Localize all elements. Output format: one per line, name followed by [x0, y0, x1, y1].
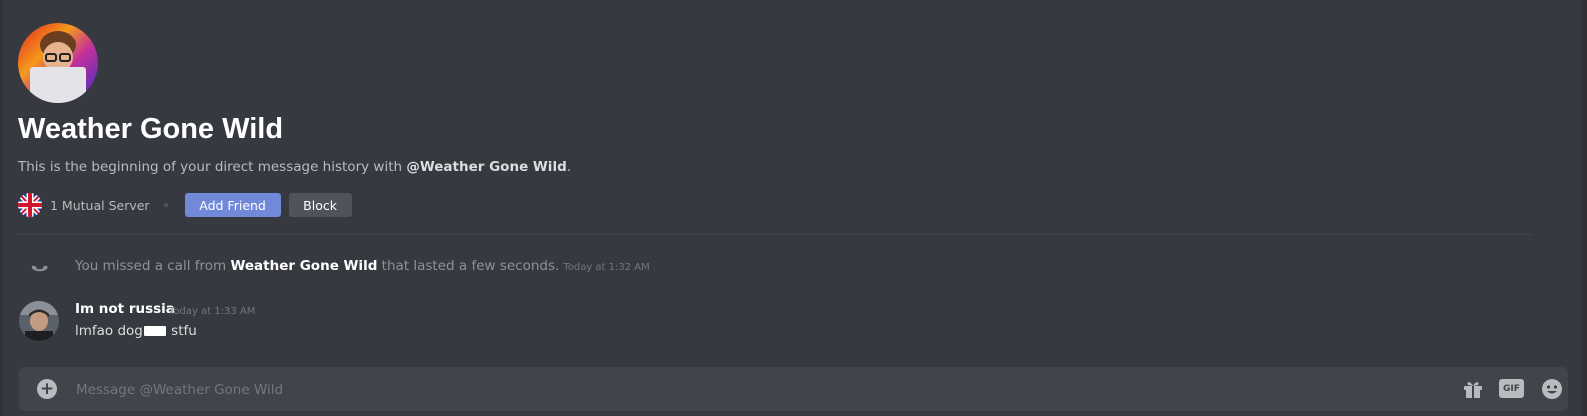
- call-suffix: that lasted a few seconds.: [377, 258, 560, 274]
- gif-button[interactable]: GIF: [1499, 379, 1524, 398]
- left-panel-edge: [0, 0, 3, 416]
- message-composer: + GIF: [19, 367, 1568, 411]
- message-text-before: lmfao dog: [75, 323, 143, 339]
- emoji-icon[interactable]: [1540, 377, 1564, 401]
- redaction-mark: [143, 326, 166, 336]
- mutual-server-icon[interactable]: [18, 193, 42, 217]
- scrollbar-track[interactable]: [1581, 0, 1587, 416]
- author-avatar[interactable]: [19, 301, 59, 341]
- message-text-after: stfu: [166, 323, 197, 339]
- message-input[interactable]: [74, 378, 1428, 402]
- dm-intro-text: This is the beginning of your direct mes…: [18, 159, 571, 175]
- intro-prefix: This is the beginning of your direct mes…: [18, 159, 407, 175]
- phone-icon: [28, 256, 50, 278]
- call-prefix: You missed a call from: [75, 258, 231, 274]
- intro-suffix: .: [566, 159, 572, 175]
- profile-avatar: [18, 23, 98, 103]
- chat-message: Im not russia Today at 1:33 AM lmfao dog…: [0, 298, 1587, 346]
- upload-plus-icon[interactable]: +: [37, 379, 57, 399]
- profile-name: Weather Gone Wild: [18, 113, 284, 145]
- intro-handle: @Weather Gone Wild: [406, 159, 567, 175]
- message-content: lmfao dog stfu: [75, 323, 197, 339]
- separator-dot: [163, 203, 168, 207]
- missed-call-text: You missed a call from Weather Gone Wild…: [75, 258, 650, 274]
- call-caller[interactable]: Weather Gone Wild: [230, 258, 377, 274]
- author-name[interactable]: Im not russia: [75, 301, 175, 317]
- block-button[interactable]: Block: [288, 193, 352, 217]
- gift-icon[interactable]: [1461, 377, 1485, 401]
- mutual-server-count[interactable]: 1 Mutual Server: [50, 198, 150, 213]
- call-timestamp: Today at 1:32 AM: [563, 262, 650, 273]
- mutual-row: 1 Mutual Server Add Friend Block: [18, 193, 352, 217]
- divider: [18, 234, 1532, 235]
- message-timestamp: Today at 1:33 AM: [169, 306, 256, 317]
- missed-call-message: You missed a call from Weather Gone Wild…: [0, 254, 1587, 278]
- add-friend-button[interactable]: Add Friend: [184, 193, 281, 217]
